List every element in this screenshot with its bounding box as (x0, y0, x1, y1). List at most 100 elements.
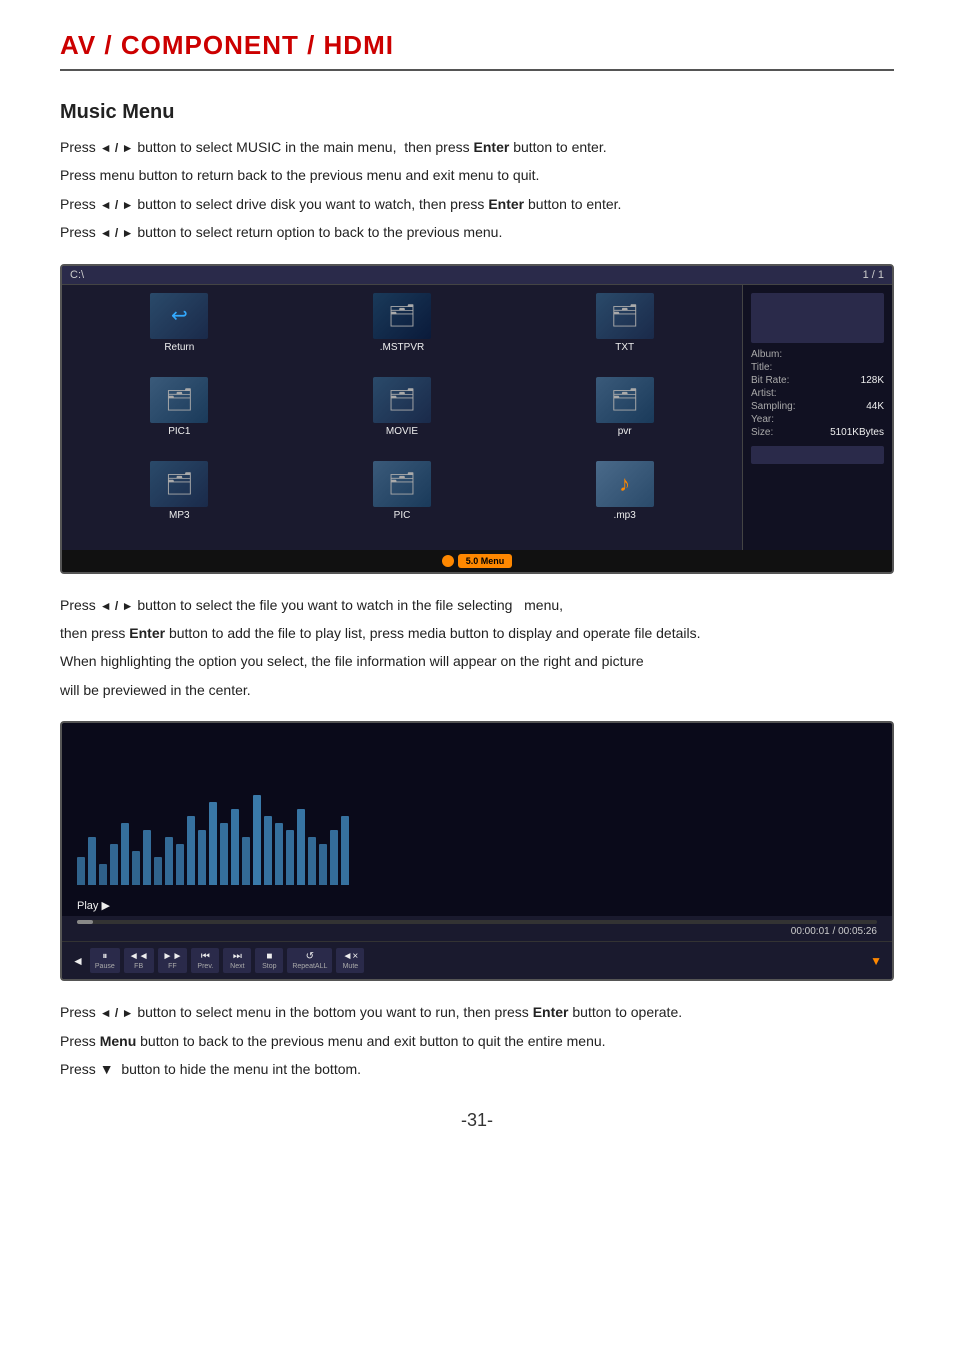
play-label: Play ▶ (62, 895, 892, 916)
menu-circle-icon (442, 555, 454, 567)
eq-bar (143, 830, 151, 885)
instruction-3-3: Press ▼ button to hide the menu int the … (60, 1058, 894, 1080)
folder-label-pvr: pvr (618, 426, 632, 437)
section-title: Music Menu (60, 101, 894, 124)
grid-item-txt[interactable]: 🗂 TXT (515, 293, 734, 373)
progress-bar-fill (77, 920, 93, 924)
ctrl-mute[interactable]: ◄× Mute (336, 948, 364, 973)
music-note-icon: ♪ (619, 471, 630, 497)
page-number: -31- (60, 1110, 894, 1131)
info-label-size: Size: (751, 427, 773, 438)
info-label-title: Title: (751, 362, 772, 373)
folder-label-mp3file: .mp3 (614, 510, 636, 521)
eq-bar (209, 802, 217, 885)
ctrl-stop[interactable]: ■ Stop (255, 948, 283, 973)
info-row-album: Album: (751, 349, 884, 360)
browser-counter: 1 / 1 (863, 269, 884, 281)
folder-thumb-pvr: 🗂 (596, 377, 654, 423)
grid-item-pic[interactable]: 🗂 PIC (293, 461, 512, 541)
pause-icon: ⏸ (102, 951, 107, 962)
eq-bar (308, 837, 316, 885)
player-eq-area (62, 723, 892, 895)
info-label-album: Album: (751, 349, 782, 360)
fb-icon: ◄◄ (129, 951, 149, 962)
eq-bar (297, 809, 305, 885)
grid-item-pic1[interactable]: 🗂 PIC1 (70, 377, 289, 457)
scroll-down-icon[interactable]: ▼ (870, 954, 882, 968)
play-text: Play ▶ (77, 899, 110, 912)
player-screen: Play ▶ 00:00:01 / 00:05:26 ◄ ⏸ Pause ◄◄ … (60, 721, 894, 981)
eq-bar (187, 816, 195, 885)
music-menu-section: Music Menu Press ◄ / ► button to select … (60, 101, 894, 1080)
info-row-size: Size: 5101KBytes (751, 427, 884, 438)
folder-label-mp3: MP3 (169, 510, 190, 521)
mute-icon: ◄× (343, 951, 359, 962)
ctrl-fb[interactable]: ◄◄ FB (124, 948, 154, 973)
browser-content: ↩ Return 🗂 .MSTPVR (62, 285, 892, 550)
file-browser-screen: C:\ 1 / 1 ↩ Return 🗂 (60, 264, 894, 574)
info-row-sampling: Sampling: 44K (751, 401, 884, 412)
ctrl-prev[interactable]: ⏮ Prev. (191, 948, 219, 973)
ctrl-pause[interactable]: ⏸ Pause (90, 948, 120, 973)
info-value-size: 5101KBytes (830, 427, 884, 438)
eq-bar (176, 844, 184, 886)
browser-bottom: 5.0 Menu (62, 550, 892, 572)
instruction-3-2: Press Menu button to back to the previou… (60, 1030, 894, 1052)
instruction-2-1: Press ◄ / ► button to select the file yo… (60, 594, 894, 616)
folder-thumb-movie: 🗂 (373, 377, 431, 423)
eq-bar (319, 844, 327, 886)
prev-icon: ⏮ (201, 951, 210, 962)
player-progress-area: 00:00:01 / 00:05:26 (62, 916, 892, 941)
eq-bar (99, 864, 107, 885)
info-thumbnail (751, 293, 884, 343)
info-label-sampling: Sampling: (751, 401, 795, 412)
eq-bar (231, 809, 239, 885)
ctrl-ff[interactable]: ►► FF (158, 948, 188, 973)
repeat-icon: ↺ (306, 951, 314, 962)
browser-grid: ↩ Return 🗂 .MSTPVR (62, 285, 742, 550)
eq-bar (132, 851, 140, 886)
folder-label-return: Return (164, 342, 194, 353)
menu-button[interactable]: 5.0 Menu (458, 554, 513, 568)
eq-bar (110, 844, 118, 886)
instruction-2-4: will be previewed in the center. (60, 679, 894, 701)
grid-item-return[interactable]: ↩ Return (70, 293, 289, 373)
time-current: 00:00:01 (791, 926, 830, 937)
ff-icon: ►► (163, 951, 183, 962)
next-icon: ⏭ (233, 951, 242, 962)
eq-bar (88, 837, 96, 885)
instruction-2-3: When highlighting the option you select,… (60, 650, 894, 672)
info-label-year: Year: (751, 414, 774, 425)
page-header: AV / COMPONENT / HDMI (60, 30, 894, 71)
eq-bar (264, 816, 272, 885)
ctrl-repeat[interactable]: ↺ RepeatALL (287, 948, 332, 973)
time-display: 00:00:01 / 00:05:26 (77, 926, 877, 937)
eq-bar (330, 830, 338, 885)
info-row-year: Year: (751, 414, 884, 425)
info-label-artist: Artist: (751, 388, 777, 399)
info-panel: Album: Title: Bit Rate: 128K Artist: Sam… (742, 285, 892, 550)
grid-item-mp3file[interactable]: ♪ .mp3 (515, 461, 734, 541)
folder-label-txt: TXT (615, 342, 634, 353)
eq-bar (242, 837, 250, 885)
player-controls: ◄ ⏸ Pause ◄◄ FB ►► FF ⏮ Prev. ⏭ Next (62, 941, 892, 979)
volume-left-icon: ◄ (72, 954, 84, 968)
grid-item-movie[interactable]: 🗂 MOVIE (293, 377, 512, 457)
info-row-artist: Artist: (751, 388, 884, 399)
instructions-1: Press ◄ / ► button to select MUSIC in th… (60, 136, 894, 244)
progress-bar-bg (77, 920, 877, 924)
ctrl-next[interactable]: ⏭ Next (223, 948, 251, 973)
grid-item-pvr[interactable]: 🗂 pvr (515, 377, 734, 457)
folder-thumb-return: ↩ (150, 293, 208, 339)
grid-item-mp3[interactable]: 🗂 MP3 (70, 461, 289, 541)
grid-item-mstpvr[interactable]: 🗂 .MSTPVR (293, 293, 512, 373)
folder-label-pic1: PIC1 (168, 426, 190, 437)
time-total: 00:05:26 (838, 926, 877, 937)
browser-top-bar: C:\ 1 / 1 (62, 266, 892, 285)
instructions-2: Press ◄ / ► button to select the file yo… (60, 594, 894, 702)
instruction-2: Press menu button to return back to the … (60, 164, 894, 186)
eq-bar (275, 823, 283, 885)
page-title: AV / COMPONENT / HDMI (60, 30, 894, 61)
folder-thumb-pic: 🗂 (373, 461, 431, 507)
eq-bar (286, 830, 294, 885)
